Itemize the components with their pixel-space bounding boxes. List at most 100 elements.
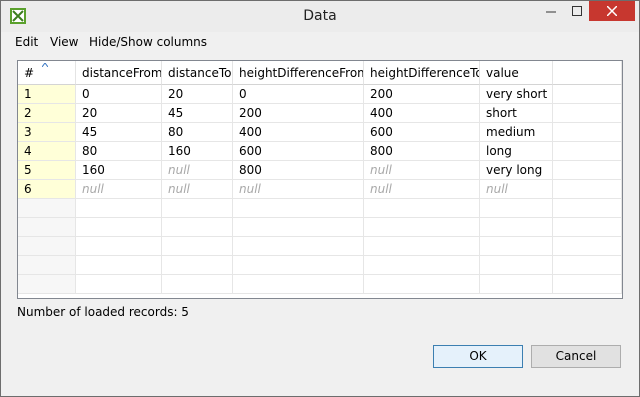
row-number-cell[interactable]: 2 <box>18 104 76 123</box>
cell-height-difference-from[interactable] <box>233 218 364 237</box>
cell-value[interactable] <box>480 199 553 218</box>
cell-height-difference-to[interactable] <box>364 256 480 275</box>
content-area: # distanceFrom distanceTo heightDifferenceF… <box>1 52 639 396</box>
cell-distance-to[interactable]: 80 <box>162 123 233 142</box>
cell-height-difference-to[interactable]: 200 <box>364 85 480 104</box>
cell-distance-to[interactable]: null <box>162 180 233 199</box>
cell-height-difference-to[interactable]: 600 <box>364 123 480 142</box>
minimize-icon <box>545 11 556 13</box>
cell-height-difference-to[interactable]: null <box>364 161 480 180</box>
cell-height-difference-from[interactable]: null <box>233 180 364 199</box>
cell-distance-from[interactable] <box>76 275 162 294</box>
cell-distance-from[interactable]: 160 <box>76 161 162 180</box>
cell-value[interactable] <box>480 237 553 256</box>
minimize-button[interactable] <box>537 1 564 21</box>
filler-cell <box>553 275 622 294</box>
cell-distance-from[interactable] <box>76 237 162 256</box>
cell-distance-to[interactable] <box>162 199 233 218</box>
cell-value[interactable] <box>480 256 553 275</box>
cell-distance-from[interactable]: 80 <box>76 142 162 161</box>
cell-height-difference-to[interactable] <box>364 237 480 256</box>
column-header-value[interactable]: value <box>480 61 553 85</box>
cell-distance-from[interactable]: 20 <box>76 104 162 123</box>
row-number-cell[interactable] <box>18 218 76 237</box>
cell-distance-to[interactable]: 160 <box>162 142 233 161</box>
status-text: Number of loaded records: 5 <box>17 305 189 319</box>
cell-distance-from[interactable]: 0 <box>76 85 162 104</box>
column-header-distance-to[interactable]: distanceTo <box>162 61 233 85</box>
row-number-cell[interactable]: 1 <box>18 85 76 104</box>
cell-value[interactable] <box>480 275 553 294</box>
cell-distance-to[interactable]: null <box>162 161 233 180</box>
cell-height-difference-to[interactable]: 800 <box>364 142 480 161</box>
row-number-cell[interactable] <box>18 199 76 218</box>
close-button[interactable] <box>589 1 635 21</box>
cell-distance-from[interactable] <box>76 256 162 275</box>
cell-distance-to[interactable] <box>162 237 233 256</box>
filler-cell <box>553 199 622 218</box>
filler-cell <box>553 161 622 180</box>
cell-height-difference-to[interactable] <box>364 218 480 237</box>
cell-distance-from[interactable] <box>76 218 162 237</box>
column-header-height-difference-to[interactable]: heightDifferenceTo <box>364 61 480 85</box>
cell-height-difference-from[interactable] <box>233 199 364 218</box>
row-number-cell[interactable]: 6 <box>18 180 76 199</box>
maximize-button[interactable] <box>564 1 589 21</box>
ok-button[interactable]: OK <box>433 345 523 368</box>
menu-hide-show-columns[interactable]: Hide/Show columns <box>89 35 207 49</box>
cell-height-difference-to[interactable]: 400 <box>364 104 480 123</box>
filler-cell <box>553 85 622 104</box>
cell-height-difference-from[interactable]: 0 <box>233 85 364 104</box>
cell-height-difference-from[interactable] <box>233 275 364 294</box>
cell-distance-to[interactable]: 45 <box>162 104 233 123</box>
cell-height-difference-from[interactable]: 400 <box>233 123 364 142</box>
close-icon <box>607 6 617 16</box>
filler-cell <box>553 142 622 161</box>
cell-height-difference-from[interactable]: 600 <box>233 142 364 161</box>
cell-height-difference-to[interactable] <box>364 275 480 294</box>
cell-distance-from[interactable]: null <box>76 180 162 199</box>
cell-distance-to[interactable] <box>162 218 233 237</box>
column-header-filler <box>553 61 622 85</box>
row-number-cell[interactable]: 4 <box>18 142 76 161</box>
data-window: Data Edit View Hide/Show columns # distan… <box>0 0 640 397</box>
cancel-button[interactable]: Cancel <box>531 345 621 368</box>
cell-distance-from[interactable] <box>76 199 162 218</box>
maximize-icon <box>571 6 582 16</box>
filler-cell <box>553 104 622 123</box>
cell-height-difference-from[interactable] <box>233 237 364 256</box>
title-bar[interactable]: Data <box>1 1 639 32</box>
sort-ascending-icon <box>42 63 48 67</box>
filler-cell <box>553 218 622 237</box>
cell-height-difference-from[interactable] <box>233 256 364 275</box>
column-header-distance-from[interactable]: distanceFrom <box>76 61 162 85</box>
data-table[interactable]: # distanceFrom distanceTo heightDifferenceF… <box>17 60 623 299</box>
cell-distance-to[interactable] <box>162 275 233 294</box>
menu-view[interactable]: View <box>50 35 78 49</box>
column-header-height-difference-from[interactable]: heightDifferenceFrom <box>233 61 364 85</box>
cell-value[interactable]: medium <box>480 123 553 142</box>
cell-height-difference-from[interactable]: 800 <box>233 161 364 180</box>
cell-value[interactable] <box>480 218 553 237</box>
cell-value[interactable]: short <box>480 104 553 123</box>
cell-value[interactable]: very long <box>480 161 553 180</box>
row-number-cell[interactable]: 5 <box>18 161 76 180</box>
row-number-cell[interactable] <box>18 275 76 294</box>
row-number-cell[interactable] <box>18 256 76 275</box>
cell-value[interactable]: long <box>480 142 553 161</box>
row-number-cell[interactable]: 3 <box>18 123 76 142</box>
cell-value[interactable]: very short <box>480 85 553 104</box>
cell-height-difference-to[interactable]: null <box>364 180 480 199</box>
menu-edit[interactable]: Edit <box>15 35 38 49</box>
filler-cell <box>553 237 622 256</box>
cell-distance-from[interactable]: 45 <box>76 123 162 142</box>
filler-cell <box>553 123 622 142</box>
filler-cell <box>553 256 622 275</box>
cell-height-difference-to[interactable] <box>364 199 480 218</box>
cell-distance-to[interactable] <box>162 256 233 275</box>
cell-distance-to[interactable]: 20 <box>162 85 233 104</box>
column-header-row-number[interactable]: # <box>18 61 76 85</box>
row-number-cell[interactable] <box>18 237 76 256</box>
cell-value[interactable]: null <box>480 180 553 199</box>
cell-height-difference-from[interactable]: 200 <box>233 104 364 123</box>
